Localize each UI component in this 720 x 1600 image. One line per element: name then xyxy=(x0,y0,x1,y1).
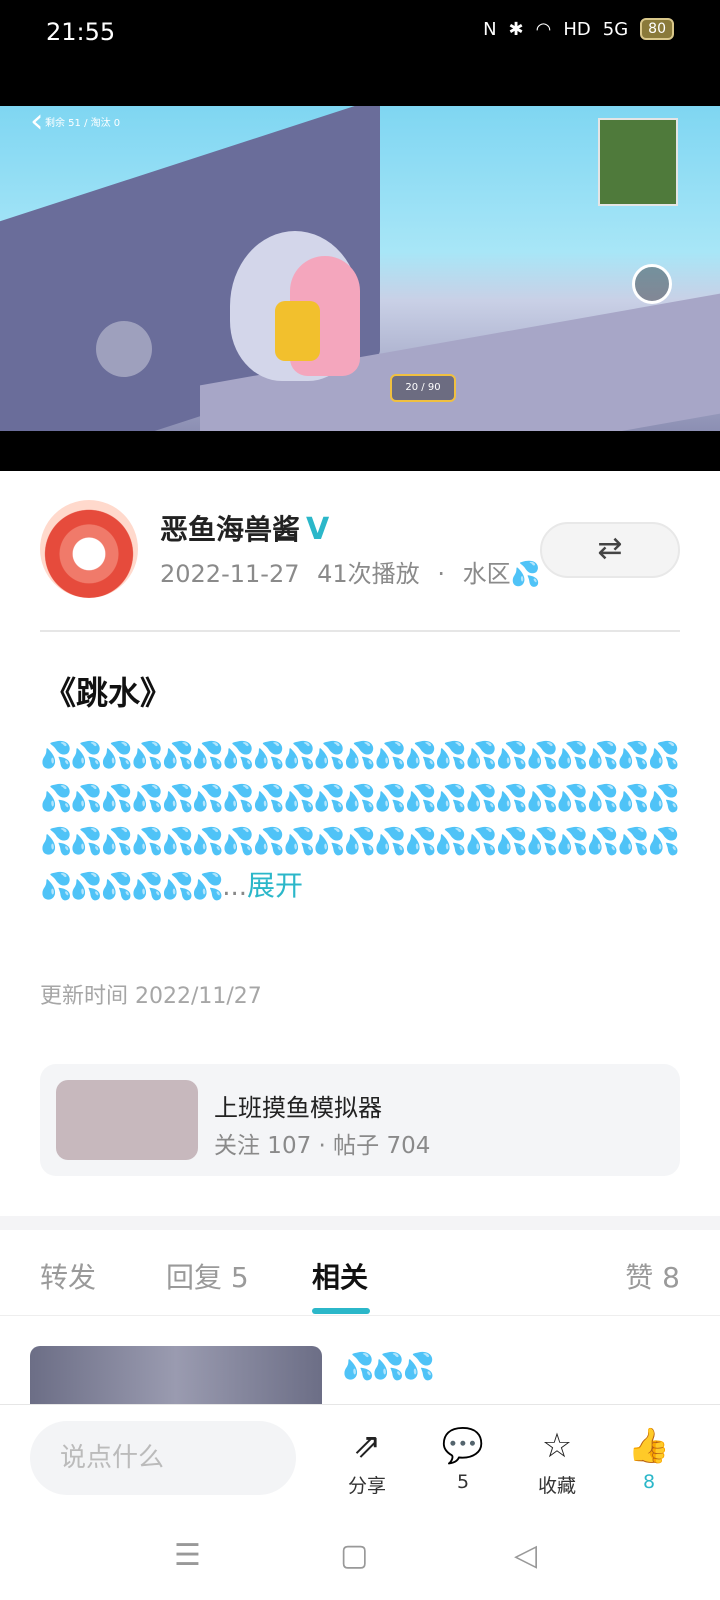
post-body: 💦💦💦💦💦💦💦💦💦💦💦💦💦💦💦💦💦💦💦💦💦💦💦💦💦💦💦💦💦💦💦💦💦💦💦💦💦💦💦💦… xyxy=(40,735,680,909)
section-gap xyxy=(0,1216,720,1230)
status-time: 21:55 xyxy=(46,18,116,46)
swap-button[interactable]: ⇄ xyxy=(540,522,680,578)
related-item[interactable]: 💦💦💦 xyxy=(30,1346,690,1406)
bluetooth-icon: ✱ xyxy=(508,18,524,40)
menu-icon[interactable]: ☰ xyxy=(174,1538,201,1573)
play-count: 41次播放 xyxy=(317,560,420,588)
share-button[interactable]: ⇗ 分享 xyxy=(332,1425,402,1498)
swap-arrows-icon: ⇄ xyxy=(597,531,623,566)
comment-icon: 💬 xyxy=(441,1426,485,1466)
video-scene-backpack xyxy=(275,301,320,361)
hd-icon: HD xyxy=(563,18,591,40)
divider xyxy=(40,630,680,632)
tab-indicator xyxy=(312,1308,370,1314)
forum-thumbnail xyxy=(56,1080,198,1160)
share-icon: ⇗ xyxy=(352,1426,382,1466)
forum-card[interactable]: 上班摸鱼模拟器 关注 107 · 帖子 704 xyxy=(40,1064,680,1176)
comment-button[interactable]: 💬 5 xyxy=(428,1425,498,1493)
share-label: 分享 xyxy=(347,1475,386,1497)
thumbs-up-icon: 👍 xyxy=(627,1426,671,1466)
tab-related[interactable]: 相关 xyxy=(312,1256,368,1296)
author-name[interactable]: 恶鱼海兽酱 V xyxy=(160,508,329,548)
like-button[interactable]: 👍 8 xyxy=(614,1425,684,1493)
post-body-text: 💦💦💦💦💦💦💦💦💦💦💦💦💦💦💦💦💦💦💦💦💦💦💦💦💦💦💦💦💦💦💦💦💦💦💦💦💦💦💦💦… xyxy=(40,741,680,902)
nfc-icon: N xyxy=(483,18,497,40)
like-count: 8 xyxy=(642,1471,656,1493)
verified-icon: V xyxy=(306,512,330,547)
tab-reply[interactable]: 回复 5 xyxy=(166,1256,249,1296)
video-crosshair-icon xyxy=(632,264,672,304)
tab-forward[interactable]: 转发 xyxy=(40,1256,96,1296)
system-nav-bar: ☰ ▢ ◁ xyxy=(0,1512,720,1600)
favorite-label: 收藏 xyxy=(537,1475,576,1497)
post-ellipsis: ... xyxy=(222,872,248,902)
video-joystick-icon xyxy=(96,321,152,377)
status-bar: 21:55 N ✱ ◠ HD 5G 80 xyxy=(0,0,720,106)
video-minimap xyxy=(598,118,678,206)
avatar[interactable] xyxy=(40,500,138,598)
author-header: 恶鱼海兽酱 V 2022-11-27 41次播放 · 水区💦 ⇄ xyxy=(40,500,680,600)
star-icon: ☆ xyxy=(541,1426,573,1466)
post-title: 《跳水》 xyxy=(44,674,173,712)
author-name-text: 恶鱼海兽酱 xyxy=(160,513,301,546)
back-nav-icon[interactable]: ◁ xyxy=(514,1538,537,1573)
author-meta: 2022-11-27 41次播放 · 水区💦 xyxy=(160,554,550,589)
forum-stats: 关注 107 · 帖子 704 xyxy=(214,1126,430,1160)
back-icon[interactable]: ‹ xyxy=(30,106,60,138)
video-letterbox xyxy=(0,431,720,471)
expand-link[interactable]: 展开 xyxy=(247,869,303,902)
related-thumbnail xyxy=(30,1346,322,1406)
comment-input[interactable]: 说点什么 xyxy=(30,1421,296,1495)
comment-count: 5 xyxy=(456,1471,470,1493)
tab-bar: 转发 回复 5 相关 赞 8 xyxy=(0,1230,720,1316)
forum-posts: 帖子 704 xyxy=(333,1133,431,1159)
update-time: 更新时间 2022/11/27 xyxy=(40,984,262,1009)
bottom-action-bar: 说点什么 ⇗ 分享 💬 5 ☆ 收藏 👍 8 xyxy=(0,1404,720,1512)
favorite-button[interactable]: ☆ 收藏 xyxy=(522,1425,592,1498)
status-icons: N ✱ ◠ HD 5G 80 xyxy=(483,18,674,40)
post-date: 2022-11-27 xyxy=(160,560,300,588)
home-icon[interactable]: ▢ xyxy=(340,1538,368,1573)
meta-separator: · xyxy=(437,560,445,588)
video-player[interactable]: 剩余 51 / 淘汰 0 20 / 90 ‹ xyxy=(0,106,720,431)
forum-separator: · xyxy=(318,1133,326,1159)
forum-followers: 关注 107 xyxy=(214,1133,312,1159)
battery-icon: 80 xyxy=(640,18,674,40)
tab-likes[interactable]: 赞 8 xyxy=(625,1256,680,1296)
wifi-icon: ◠ xyxy=(535,18,552,40)
forum-name: 上班摸鱼模拟器 xyxy=(214,1094,382,1122)
zone-label[interactable]: 水区💦 xyxy=(463,560,541,588)
related-title: 💦💦💦 xyxy=(342,1352,435,1382)
video-hud-ammo: 20 / 90 xyxy=(390,374,456,402)
signal-icon: 5G xyxy=(602,18,629,40)
